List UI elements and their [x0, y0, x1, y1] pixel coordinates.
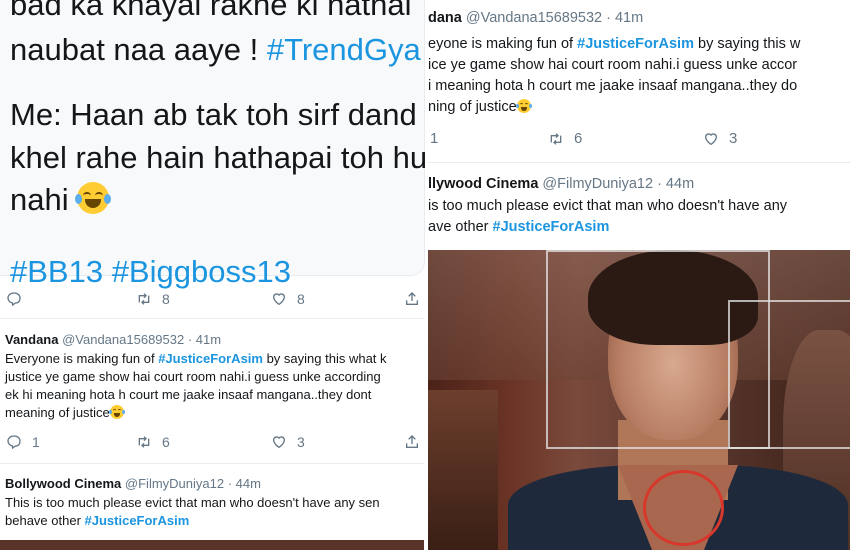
tears-of-joy-emoji-icon [108, 405, 125, 419]
tweet-text-line: meaning of justice [5, 404, 125, 422]
tears-of-joy-emoji-icon [515, 99, 532, 113]
share-button[interactable] [404, 291, 420, 307]
tweet-actions: 1 6 3 [428, 130, 850, 150]
author-handle[interactable]: @Vandana15689532 [62, 332, 184, 347]
author-name[interactable]: llywood Cinema [428, 176, 538, 192]
tweet-text-line: ice ye game show hai court room nahi.i g… [428, 57, 798, 73]
tweet-time[interactable]: · 44m [228, 476, 261, 491]
zoomed-tweet-line-0: bad ka khayal rakhe ki nathai [10, 0, 412, 22]
tweet-text-line: eyone is making fun of #JusticeForAsim b… [428, 36, 801, 52]
like-button[interactable]: 3 [271, 434, 305, 450]
tweet-text-line: behave other #JusticeForAsim [5, 513, 190, 528]
tweet-text-line: This is too much please evict that man w… [5, 495, 380, 510]
tweet-time[interactable]: · 44m [657, 176, 694, 192]
tweet-text-line: ek hi meaning hota h court me jaake insa… [5, 387, 372, 402]
zoomed-tweet-line-1: naubat naa aaye ! #TrendGya [10, 32, 421, 67]
like-button[interactable]: 8 [271, 291, 305, 307]
heart-icon [703, 131, 719, 147]
zoomed-tweet-hashtags[interactable]: #BB13 #Biggboss13 [10, 252, 291, 292]
author-name[interactable]: dana [428, 10, 462, 26]
trend-hashtag-link[interactable]: #TrendGya [267, 32, 421, 67]
author-name[interactable]: Bollywood Cinema [5, 476, 121, 491]
justice-hashtag-link[interactable]: #JusticeForAsim [493, 219, 610, 235]
face-detection-box [728, 300, 850, 449]
tweet-time[interactable]: · 41m [606, 10, 643, 26]
tweet-text-line: ave other #JusticeForAsim [428, 219, 610, 235]
tweet-text-line: i meaning hota h court me jaake insaaf m… [428, 78, 798, 94]
highlight-circle [643, 470, 724, 546]
reply-icon [6, 291, 22, 307]
tweet-text-line: Everyone is making fun of #JusticeForAsi… [5, 351, 387, 366]
tweet-time[interactable]: · 41m [188, 332, 221, 347]
tweet-text-line: is too much please evict that man who do… [428, 198, 788, 214]
retweet-button[interactable]: 6 [548, 130, 582, 147]
tweet-text-line: justice ye game show hai court room nahi… [5, 369, 381, 384]
divider [0, 318, 424, 319]
attached-photo-edge [0, 540, 424, 550]
photo-background-object [428, 390, 498, 550]
divider [428, 162, 850, 163]
zoomed-tweet-line-4: nahi [10, 180, 112, 220]
zoomed-tweet-card: bad ka khayal rakhe ki nathai naubat naa… [0, 0, 428, 289]
heart-icon [271, 291, 287, 307]
tweet-header: dana @Vandana15689532 · 41m [428, 8, 643, 29]
right-screenshot-panel: dana @Vandana15689532 · 41m eyone is mak… [428, 0, 850, 550]
share-button[interactable] [404, 434, 420, 450]
reply-button[interactable]: 1 [6, 434, 40, 450]
tweet-header: Bollywood Cinema @FilmyDuniya12 · 44m [5, 475, 261, 493]
retweet-button[interactable]: 8 [136, 291, 170, 307]
justice-hashtag-link[interactable]: #JusticeForAsim [158, 351, 263, 366]
zoomed-tweet-actions: 8 8 [6, 291, 421, 311]
zoomed-tweet-line-3: khel rahe hain hathapai toh hu [10, 140, 428, 175]
tears-of-joy-emoji-icon [75, 182, 112, 214]
retweet-icon [136, 291, 152, 307]
share-icon [404, 291, 420, 307]
retweet-button[interactable]: 6 [136, 434, 170, 450]
reply-icon [6, 434, 22, 450]
share-icon [404, 434, 420, 450]
author-handle[interactable]: @Vandana15689532 [466, 10, 602, 26]
divider [0, 463, 424, 464]
left-screenshot-panel: bad ka khayal rakhe ki nathai naubat naa… [0, 0, 428, 550]
heart-icon [271, 434, 287, 450]
tweet-header: llywood Cinema @FilmyDuniya12 · 44m [428, 174, 694, 195]
tweet-header: Vandana @Vandana15689532 · 41m [5, 331, 221, 349]
author-name[interactable]: Vandana [5, 332, 58, 347]
justice-hashtag-link[interactable]: #JusticeForAsim [85, 513, 190, 528]
tweet-text-line: ning of justice [428, 97, 532, 118]
tweet-actions: 1 6 3 [6, 434, 421, 454]
author-handle[interactable]: @FilmyDuniya12 [542, 176, 653, 192]
like-button[interactable]: 3 [703, 130, 737, 147]
justice-hashtag-link[interactable]: #JusticeForAsim [577, 36, 694, 52]
reply-button[interactable]: 1 [430, 130, 438, 147]
zoomed-tweet-line-2: Me: Haan ab tak toh sirf dand [10, 97, 417, 132]
retweet-icon [548, 131, 564, 147]
retweet-icon [136, 434, 152, 450]
reply-button[interactable] [6, 291, 32, 307]
tweet-photo[interactable] [428, 250, 850, 550]
author-handle[interactable]: @FilmyDuniya12 [125, 476, 224, 491]
